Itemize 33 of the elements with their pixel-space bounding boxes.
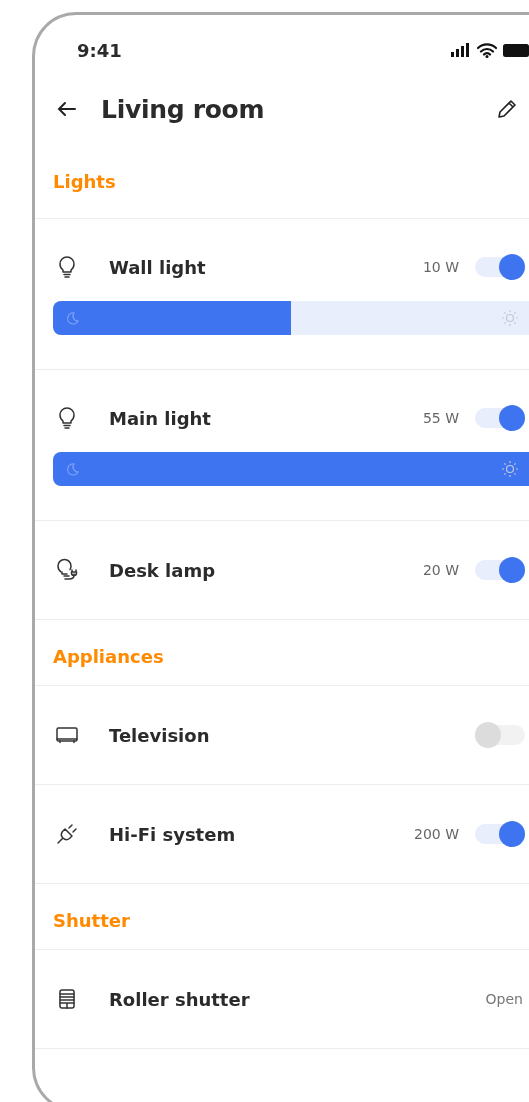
page-title: Living room	[101, 94, 266, 124]
power-reading: 55 W	[422, 410, 459, 426]
toggle-switch[interactable]	[475, 725, 525, 745]
device-name: Hi-Fi system	[109, 823, 237, 845]
device-name: Wall light	[109, 256, 207, 278]
status-text: Open	[485, 991, 523, 1007]
sun-icon	[501, 460, 519, 478]
device-name: Desk lamp	[109, 559, 217, 581]
section-title: Appliances	[35, 620, 529, 686]
moon-icon	[65, 462, 79, 476]
section-title: Shutter	[35, 884, 529, 950]
power-reading: 10 W	[422, 259, 459, 275]
moon-icon	[65, 311, 79, 325]
device-name: Television	[109, 724, 211, 746]
brightness-slider[interactable]	[53, 301, 529, 335]
signal-icon	[451, 43, 471, 57]
battery-icon	[503, 43, 529, 57]
edit-button[interactable]	[495, 97, 519, 121]
device-name: Main light	[109, 407, 212, 429]
brightness-slider[interactable]	[53, 452, 529, 486]
sun-icon	[501, 309, 519, 327]
lightbulb-plug-icon	[55, 558, 79, 582]
toggle-switch[interactable]	[475, 408, 525, 428]
section-title: Lights	[35, 129, 529, 219]
power-reading: 20 W	[422, 562, 459, 578]
status-time: 9:41	[77, 39, 122, 61]
toggle-switch[interactable]	[475, 824, 525, 844]
toggle-switch[interactable]	[475, 560, 525, 580]
power-reading: 200 W	[414, 826, 459, 842]
plug-icon	[55, 822, 79, 846]
toggle-switch[interactable]	[475, 257, 525, 277]
wifi-icon	[477, 42, 497, 58]
device-name: Roller shutter	[109, 988, 251, 1010]
